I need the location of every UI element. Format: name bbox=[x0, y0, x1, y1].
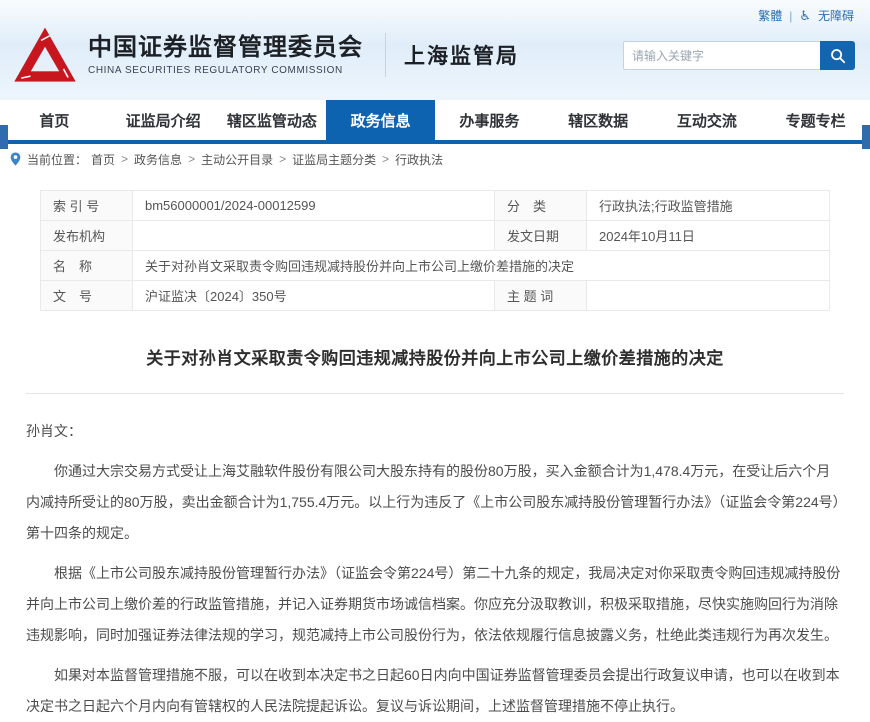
nav-item-government-info[interactable]: 政务信息 bbox=[326, 100, 435, 140]
nav-edge-accent-left bbox=[0, 125, 8, 149]
table-row: 发布机构 发文日期 2024年10月11日 bbox=[40, 220, 830, 251]
meta-publisher-value bbox=[132, 220, 495, 251]
article: 关于对孙肖文采取责令购回违规减持股份并向上市公司上缴价差措施的决定 孙肖文： 你… bbox=[0, 344, 870, 722]
search-input[interactable] bbox=[623, 41, 820, 70]
search-box bbox=[623, 41, 855, 70]
nav-item-services[interactable]: 办事服务 bbox=[435, 100, 544, 140]
org-name-cn: 中国证券监督管理委员会 bbox=[88, 33, 363, 61]
paragraph: 如果对本监督管理措施不服，可以在收到本决定书之日起60日内向中国证券监督管理委员… bbox=[26, 667, 840, 714]
org-name-en: CHINA SECURITIES REGULATORY COMMISSION bbox=[88, 65, 343, 77]
crumb-admin-enforcement[interactable]: 行政执法 bbox=[395, 151, 443, 168]
main-nav: 首页 证监局介绍 辖区监管动态 政务信息 办事服务 辖区数据 互动交流 专题专栏 bbox=[0, 100, 870, 149]
traditional-chinese-link[interactable]: 繁體 bbox=[758, 7, 782, 24]
meta-publisher-label: 发布机构 bbox=[40, 220, 133, 251]
table-row: 文 号 沪证监决〔2024〕350号 主 题 词 bbox=[40, 280, 830, 311]
table-row: 名 称 关于对孙肖文采取责令购回违规减持股份并向上市公司上缴价差措施的决定 bbox=[40, 250, 830, 281]
top-utility-links: 繁體 | ♿ 无障碍 bbox=[758, 7, 854, 24]
search-button[interactable] bbox=[820, 41, 855, 70]
location-pin-icon bbox=[10, 152, 21, 166]
nav-item-home[interactable]: 首页 bbox=[0, 100, 109, 140]
salutation: 孙肖文： bbox=[26, 423, 82, 439]
page-title: 关于对孙肖文采取责令购回违规减持股份并向上市公司上缴价差措施的决定 bbox=[146, 349, 724, 368]
nav-item-regional-updates[interactable]: 辖区监管动态 bbox=[218, 100, 327, 140]
meta-docno-label: 文 号 bbox=[40, 280, 133, 311]
bureau-name: 上海监管局 bbox=[404, 45, 519, 68]
meta-docno-value: 沪证监决〔2024〕350号 bbox=[132, 280, 495, 311]
meta-keywords-label: 主 题 词 bbox=[494, 280, 587, 311]
nav-item-bureau-intro[interactable]: 证监局介绍 bbox=[109, 100, 218, 140]
crumb-topic-category[interactable]: 证监局主题分类 bbox=[292, 151, 376, 168]
meta-date-value: 2024年10月11日 bbox=[586, 220, 830, 251]
org-title-block: 中国证券监督管理委员会 CHINA SECURITIES REGULATORY … bbox=[88, 34, 363, 77]
brand-divider bbox=[385, 33, 386, 77]
accessibility-icon: ♿ bbox=[799, 8, 811, 23]
meta-category-value: 行政执法;行政监管措施 bbox=[586, 190, 830, 221]
table-row: 索 引 号 bm56000001/2024-00012599 分 类 行政执法;… bbox=[40, 190, 830, 221]
doc-meta-section: 索 引 号 bm56000001/2024-00012599 分 类 行政执法;… bbox=[0, 174, 870, 311]
crumb-separator: > bbox=[279, 152, 287, 166]
meta-index-value: bm56000001/2024-00012599 bbox=[132, 190, 495, 221]
search-icon bbox=[830, 48, 845, 63]
toplink-divider: | bbox=[789, 8, 793, 23]
nav-edge-accent-right bbox=[862, 125, 870, 149]
accessibility-link[interactable]: 无障碍 bbox=[818, 7, 854, 24]
crumb-public-catalog[interactable]: 主动公开目录 bbox=[201, 151, 273, 168]
meta-index-label: 索 引 号 bbox=[40, 190, 133, 221]
crumb-government-info[interactable]: 政务信息 bbox=[134, 151, 182, 168]
crumb-separator: > bbox=[188, 152, 196, 166]
crumb-separator: > bbox=[121, 152, 129, 166]
meta-name-label: 名 称 bbox=[40, 250, 133, 281]
meta-date-label: 发文日期 bbox=[494, 220, 587, 251]
article-body: 孙肖文： 你通过大宗交易方式受让上海艾融软件股份有限公司大股东持有的股份80万股… bbox=[26, 416, 844, 722]
breadcrumb: 当前位置： 首页 > 政务信息 > 主动公开目录 > 证监局主题分类 > 行政执… bbox=[0, 144, 870, 174]
meta-category-label: 分 类 bbox=[494, 190, 587, 221]
meta-name-value: 关于对孙肖文采取责令购回违规减持股份并向上市公司上缴价差措施的决定 bbox=[132, 250, 830, 281]
csrc-logo-icon bbox=[14, 27, 76, 82]
nav-item-interaction[interactable]: 互动交流 bbox=[653, 100, 762, 140]
crumb-home[interactable]: 首页 bbox=[91, 151, 115, 168]
meta-keywords-value bbox=[586, 280, 830, 311]
title-divider bbox=[26, 393, 844, 394]
breadcrumb-prefix: 当前位置： bbox=[27, 152, 88, 167]
page: 繁體 | ♿ 无障碍 中国证券监督管理委员会 CHINA SECURITIES … bbox=[0, 0, 870, 714]
paragraph: 你通过大宗交易方式受让上海艾融软件股份有限公司大股东持有的股份80万股，买入金额… bbox=[26, 463, 840, 541]
brand: 中国证券监督管理委员会 CHINA SECURITIES REGULATORY … bbox=[12, 20, 519, 90]
nav-item-regional-data[interactable]: 辖区数据 bbox=[544, 100, 653, 140]
site-header: 繁體 | ♿ 无障碍 中国证券监督管理委员会 CHINA SECURITIES … bbox=[0, 0, 870, 100]
nav-item-special-topics[interactable]: 专题专栏 bbox=[761, 100, 870, 140]
crumb-separator: > bbox=[382, 152, 390, 166]
doc-meta-table: 索 引 号 bm56000001/2024-00012599 分 类 行政执法;… bbox=[40, 190, 830, 311]
paragraph: 根据《上市公司股东减持股份管理暂行办法》（证监会令第224号）第二十九条的规定，… bbox=[26, 565, 841, 643]
